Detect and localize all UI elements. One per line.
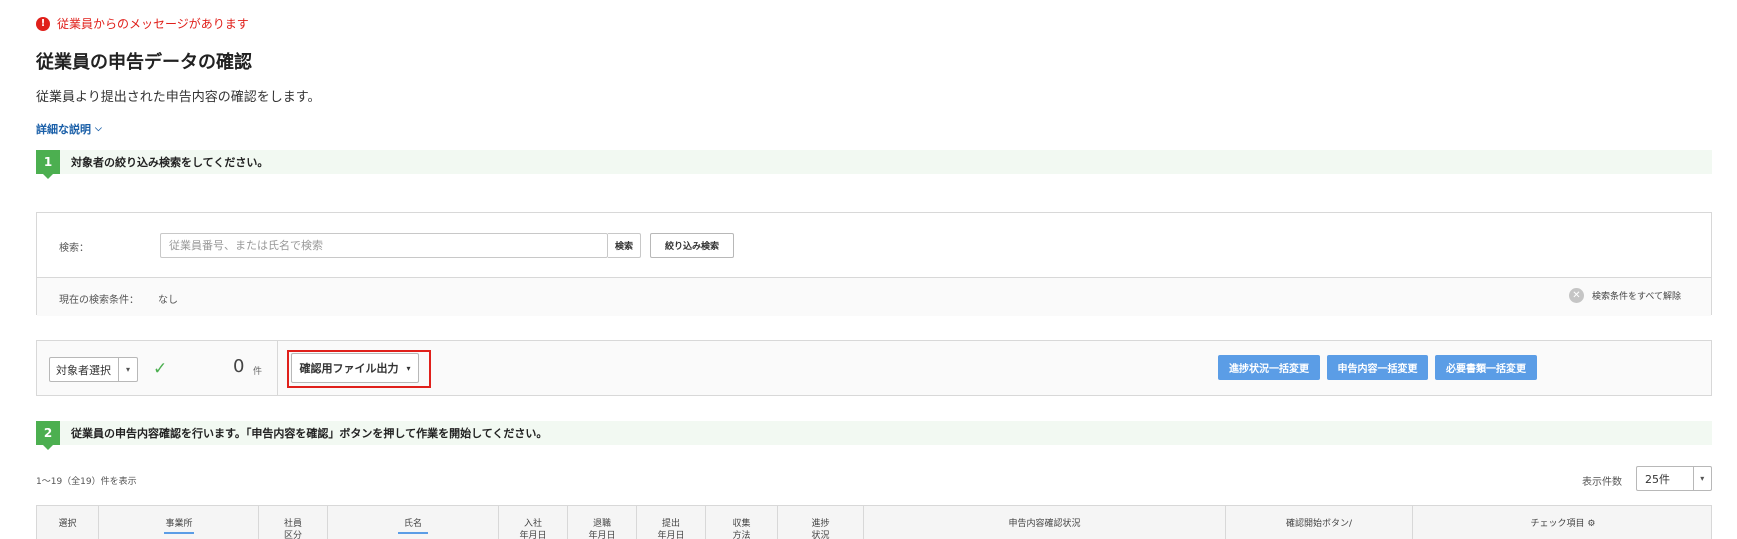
table-header-label: 年月日 bbox=[588, 531, 616, 539]
step-number-badge: 1 bbox=[36, 150, 60, 179]
table-header-label: 申告内容確認状況 bbox=[1008, 519, 1081, 529]
table-header-cell: 社員 区分 bbox=[258, 506, 327, 539]
target-select-dropdown[interactable]: 対象者選択 ▾ bbox=[49, 357, 138, 382]
search-panel: 検索： 検索 絞り込み検索 現在の検索条件： なし ✕ 検索条件をすべて解除 bbox=[36, 212, 1712, 316]
search-button[interactable]: 検索 bbox=[608, 233, 641, 258]
table-header-label: 社員 bbox=[283, 519, 302, 529]
alert-message: 従業員からのメッセージがあります bbox=[57, 17, 249, 31]
current-conditions-row: 現在の検索条件： なし ✕ 検索条件をすべて解除 bbox=[37, 277, 1711, 316]
table-header-label: 氏名 bbox=[403, 519, 422, 529]
table-header-label: 進捗 bbox=[811, 519, 830, 529]
page-title: 従業員の申告データの確認 bbox=[36, 52, 252, 73]
sort-icon[interactable] bbox=[164, 532, 194, 534]
table-header-cell: 申告内容確認状況 bbox=[863, 506, 1225, 539]
bulk-change-documents-button[interactable]: 必要書類一括変更 bbox=[1435, 355, 1537, 380]
exclamation-icon: ! bbox=[36, 16, 50, 31]
table-header-label: 提出 bbox=[661, 519, 680, 529]
table-header-label: 状況 bbox=[811, 531, 830, 539]
step-2-header: 2 従業員の申告内容確認を行います。「申告内容を確認」ボタンを押して作業を開始し… bbox=[36, 421, 1712, 450]
narrow-search-button[interactable]: 絞り込み検索 bbox=[650, 233, 734, 258]
bulk-change-content-button[interactable]: 申告内容一括変更 bbox=[1327, 355, 1428, 380]
table-header-cell: 進捗 状況 bbox=[777, 506, 863, 539]
toolbar-divider bbox=[277, 341, 278, 395]
search-input[interactable] bbox=[160, 233, 608, 258]
table-header-cell: 退職 年月日 bbox=[567, 506, 636, 539]
step-instruction: 従業員の申告内容確認を行います。「申告内容を確認」ボタンを押して作業を開始してく… bbox=[71, 427, 548, 440]
table-header-cell: 収集 方法 bbox=[705, 506, 777, 539]
highlight-annotation-box bbox=[287, 350, 431, 388]
result-summary: 1〜19（全19）件を表示 bbox=[36, 477, 137, 487]
bulk-change-progress-button[interactable]: 進捗状況一括変更 bbox=[1218, 355, 1320, 380]
clear-all-conditions-button[interactable]: ✕ 検索条件をすべて解除 bbox=[1568, 288, 1681, 303]
detail-link-label: 詳細な説明 bbox=[36, 123, 91, 136]
page-description: 従業員より提出された申告内容の確認をします。 bbox=[36, 90, 321, 105]
selected-count-unit: 件 bbox=[253, 367, 263, 377]
per-page-select[interactable]: 25件 ▾ bbox=[1636, 466, 1712, 491]
per-page-label: 表示件数 bbox=[1582, 477, 1622, 488]
table-header-label: チェック項目 ⚙ bbox=[1530, 519, 1596, 529]
table-header-row: 選択 事業所 社員 区分 氏名 入社 年月日 退職 年月日 提出 年月日 収集 方法 進捗 状況 申告内容確認… bbox=[36, 505, 1712, 539]
search-row: 検索： 検索 絞り込み検索 bbox=[37, 213, 1711, 277]
clear-icon: ✕ bbox=[1568, 288, 1584, 303]
caret-down-icon: ▾ bbox=[1692, 467, 1711, 490]
table-header-cell: 入社 年月日 bbox=[498, 506, 567, 539]
table-header-label: 確認開始ボタン/ bbox=[1285, 519, 1353, 529]
chevron-down-icon: ⌵ bbox=[95, 124, 102, 134]
per-page-value: 25件 bbox=[1645, 472, 1670, 486]
condition-label: 現在の検索条件： bbox=[59, 295, 139, 306]
check-icon: ✓ bbox=[153, 359, 168, 379]
step-number-badge: 2 bbox=[36, 421, 60, 450]
step-1-header: 1 対象者の絞り込み検索をしてください。 bbox=[36, 150, 1712, 179]
table-header-label: 方法 bbox=[732, 531, 751, 539]
table-header-label: 選択 bbox=[58, 519, 77, 529]
table-header-cell: チェック項目 ⚙ bbox=[1412, 506, 1713, 539]
target-select-label: 対象者選択 bbox=[56, 363, 111, 377]
action-toolbar: 対象者選択 ▾ ✓ 0 件 確認用ファイル出力 ▾ 進捗状況一括変更 申告内容一… bbox=[36, 340, 1712, 396]
step-instruction: 対象者の絞り込み検索をしてください。 bbox=[71, 156, 269, 169]
table-header-label: 年月日 bbox=[657, 531, 685, 539]
detail-explanation-link[interactable]: 詳細な説明 ⌵ bbox=[36, 121, 102, 137]
table-header-label: 入社 bbox=[523, 519, 542, 529]
table-header-cell: 提出 年月日 bbox=[636, 506, 705, 539]
employee-message-alert: ! 従業員からのメッセージがあります bbox=[36, 15, 249, 32]
table-header-cell: 確認開始ボタン/ bbox=[1225, 506, 1412, 539]
search-label: 検索： bbox=[59, 243, 89, 254]
caret-down-icon: ▾ bbox=[118, 358, 137, 381]
table-header-label: 事業所 bbox=[165, 519, 193, 529]
selected-count: 0 bbox=[233, 356, 245, 377]
table-header-label: 退職 bbox=[592, 519, 611, 529]
table-header-cell[interactable]: 事業所 bbox=[98, 506, 259, 539]
table-header-cell: 選択 bbox=[37, 506, 98, 539]
table-header-label: 年月日 bbox=[519, 531, 547, 539]
table-header-label: 区分 bbox=[283, 531, 302, 539]
table-header-cell[interactable]: 氏名 bbox=[327, 506, 498, 539]
table-header-label: 収集 bbox=[732, 519, 751, 529]
condition-value: なし bbox=[158, 295, 178, 306]
clear-all-label: 検索条件をすべて解除 bbox=[1591, 292, 1681, 302]
sort-icon[interactable] bbox=[398, 532, 428, 534]
